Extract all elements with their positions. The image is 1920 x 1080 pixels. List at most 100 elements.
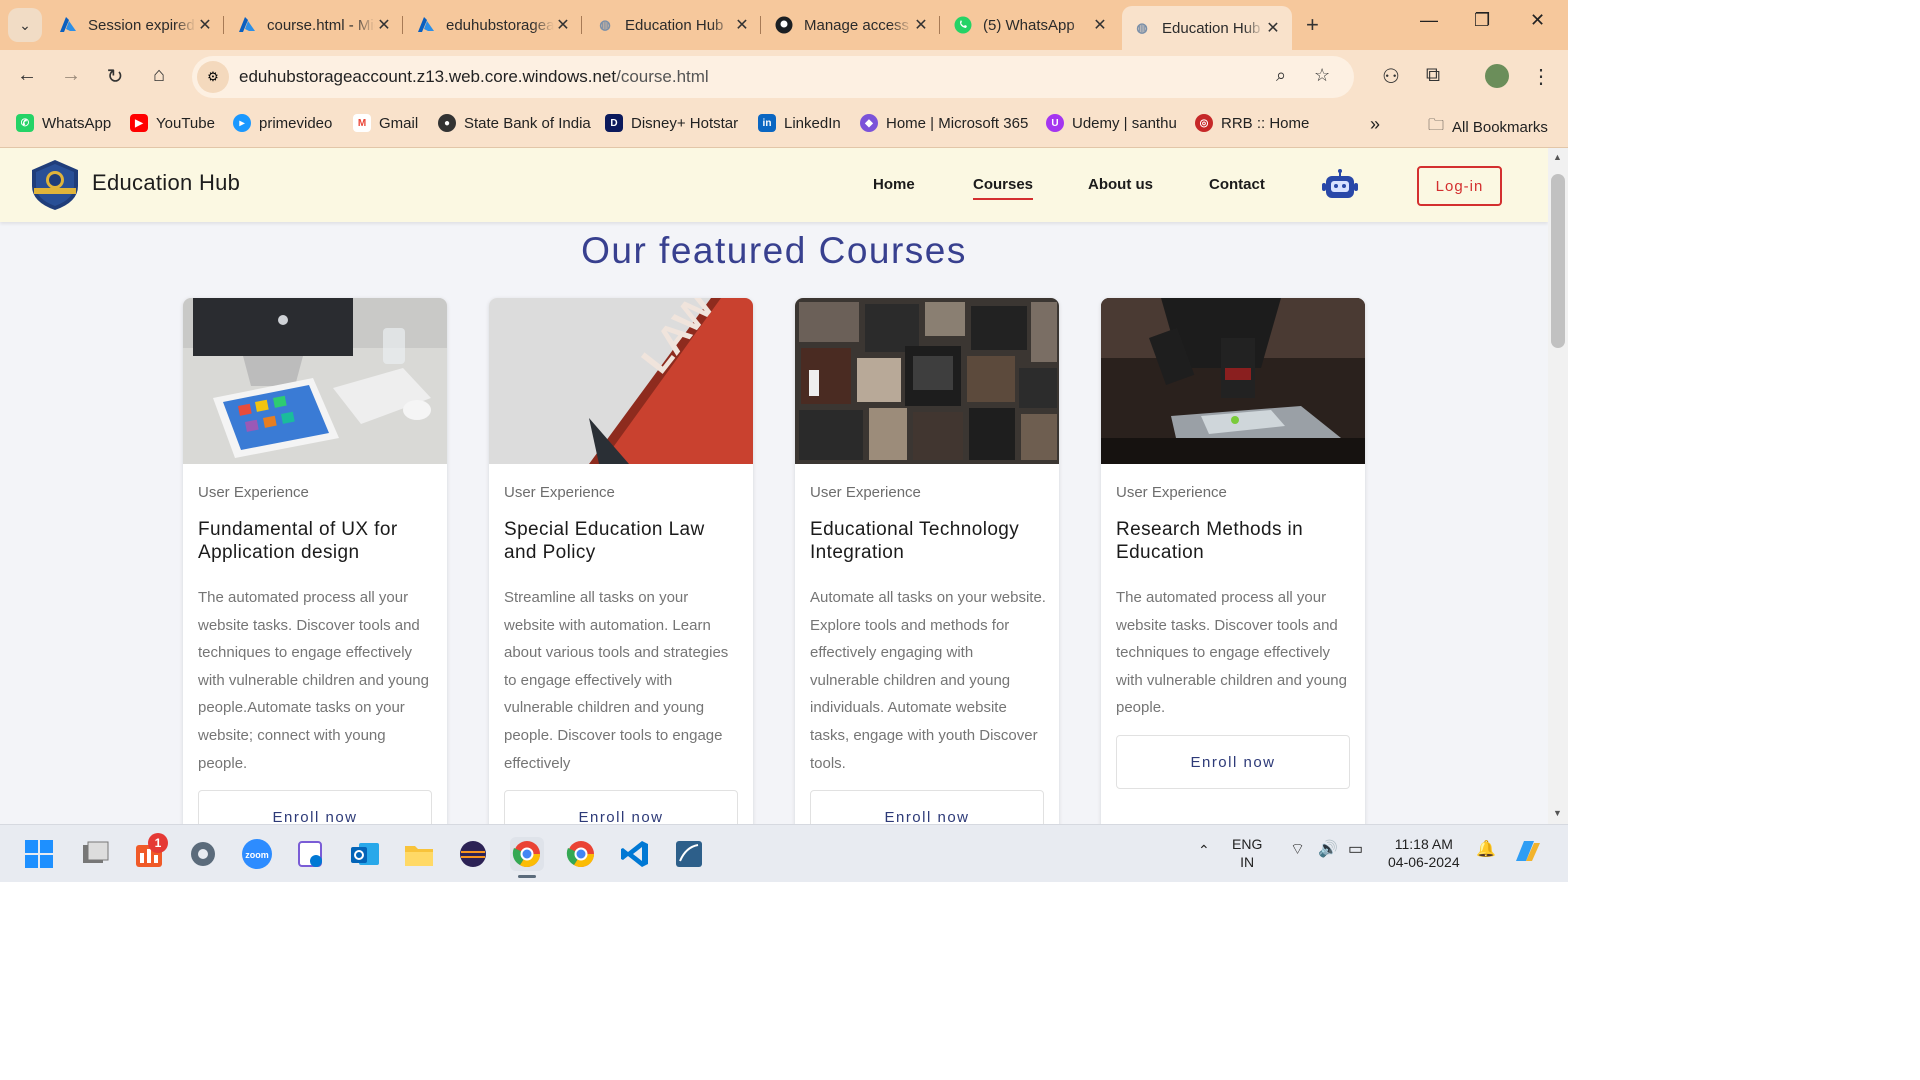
windows-start-icon[interactable] <box>22 837 56 871</box>
course-card: User Experience Fundamental of UX for Ap… <box>183 298 447 824</box>
avatar[interactable] <box>1484 64 1510 94</box>
globe-icon: ◍ <box>599 17 611 32</box>
bookmark-item[interactable]: ● State Bank of India <box>438 114 591 132</box>
enroll-now-button[interactable]: Enroll now <box>504 790 738 824</box>
bookmark-label: Gmail <box>379 114 419 132</box>
wifi-icon[interactable]: ⌔ <box>1290 841 1305 859</box>
home-icon: ⌂ <box>152 64 166 86</box>
eclipse-icon[interactable] <box>456 837 490 871</box>
nav-contact[interactable]: Contact <box>1209 176 1265 193</box>
gmail-icon: M <box>353 114 371 132</box>
window-close-button[interactable]: ✕ <box>1530 10 1545 31</box>
bookmark-item[interactable]: M Gmail <box>353 114 418 132</box>
arrow-left-icon: ← <box>17 64 37 86</box>
nav-about-us[interactable]: About us <box>1088 176 1153 193</box>
restore-icon: ❐ <box>1474 10 1491 30</box>
volume-icon[interactable]: 🔊 <box>1318 841 1338 859</box>
scroll-down-icon[interactable]: ▼ <box>1553 808 1562 818</box>
browser-tab[interactable]: course.html - Microsoft Azure ✕ <box>227 6 403 44</box>
chrome-profile-icon[interactable] <box>510 837 544 878</box>
bookmark-label: RRB :: Home <box>1221 114 1310 132</box>
home-button[interactable]: ⌂ <box>146 64 172 87</box>
mysql-workbench-icon[interactable] <box>672 837 706 871</box>
new-tab-button[interactable]: + <box>1306 12 1319 38</box>
plus-icon: + <box>1306 12 1319 37</box>
close-icon[interactable]: ✕ <box>912 15 930 35</box>
bookmark-item[interactable]: ✆ WhatsApp <box>16 114 111 132</box>
outlook-icon[interactable] <box>348 837 382 871</box>
extension-badge-icon[interactable]: ⚇ <box>1378 64 1404 89</box>
minimize-button[interactable]: — <box>1420 10 1438 31</box>
bookmark-item[interactable]: ◎ RRB :: Home <box>1195 114 1309 132</box>
language-indicator[interactable]: ENG IN <box>1232 835 1262 871</box>
svg-text:zoom: zoom <box>245 850 269 860</box>
star-icon[interactable]: ☆ <box>1314 65 1330 86</box>
restore-button[interactable]: ❐ <box>1474 10 1490 31</box>
vscode-icon[interactable] <box>618 837 652 871</box>
address-bar[interactable]: ⚙ eduhubstorageaccount.z13.web.core.wind… <box>192 56 1354 98</box>
close-icon[interactable]: ✕ <box>375 15 393 35</box>
language-code: ENG <box>1232 836 1263 852</box>
close-icon[interactable]: ✕ <box>554 15 572 35</box>
close-icon[interactable]: ✕ <box>1091 15 1109 35</box>
scrollbar-thumb[interactable] <box>1551 174 1565 348</box>
file-explorer-icon[interactable] <box>402 837 436 871</box>
browser-tab-active[interactable]: ◍ Education Hub ✕ <box>1122 6 1292 50</box>
chevron-down-icon: ⌄ <box>19 16 31 33</box>
battery-icon[interactable]: ▭ <box>1348 841 1363 859</box>
login-button[interactable]: Log-in <box>1417 166 1502 206</box>
back-button[interactable]: ← <box>14 64 40 87</box>
browser-tab[interactable]: (5) WhatsApp ✕ <box>943 6 1119 44</box>
close-icon[interactable]: ✕ <box>1264 18 1282 38</box>
browser-tab[interactable]: Session expired ✕ <box>48 6 224 44</box>
chrome-icon[interactable] <box>564 837 598 871</box>
more-menu-icon[interactable]: ⋮ <box>1528 64 1554 89</box>
notification-bell-icon[interactable]: 🔔 <box>1476 841 1496 859</box>
bookmark-item[interactable]: ▶ YouTube <box>130 114 215 132</box>
browser-tab[interactable]: eduhubstorageaccount ✕ <box>406 6 582 44</box>
close-icon[interactable]: ✕ <box>733 15 751 35</box>
show-hidden-icons[interactable]: ⌃ <box>1198 841 1210 859</box>
browser-tab[interactable]: ◍ Education Hub ✕ <box>585 6 761 44</box>
nav-courses[interactable]: Courses <box>973 176 1034 200</box>
bookmark-item[interactable]: U Udemy | santhu <box>1046 114 1177 132</box>
all-bookmarks-button[interactable]: 🗀 All Bookmarks <box>1428 114 1548 141</box>
bookmark-item[interactable]: in LinkedIn <box>758 114 841 132</box>
more-bookmarks-button[interactable]: » <box>1370 114 1380 135</box>
youtube-icon: ▶ <box>130 114 148 132</box>
url-text[interactable]: eduhubstorageaccount.z13.web.core.window… <box>239 67 709 87</box>
page-scrollbar[interactable]: ▲ ▼ <box>1548 148 1568 824</box>
zoom-app-icon[interactable]: zoom <box>240 837 274 871</box>
copilot-icon[interactable] <box>1512 837 1542 871</box>
nav-home[interactable]: Home <box>873 176 915 193</box>
bookmark-label: Udemy | santhu <box>1072 114 1177 132</box>
page-heading: Our featured Courses <box>581 230 967 271</box>
puzzle-icon[interactable]: ⧉ <box>1420 64 1446 87</box>
bookmark-item[interactable]: D Disney+ Hotstar <box>605 114 738 132</box>
app-icon-with-badge[interactable]: 1 <box>132 833 168 871</box>
chatbot-icon[interactable] <box>1322 168 1358 202</box>
clock[interactable]: 11:18 AM 04-06-2024 <box>1388 835 1460 871</box>
scroll-up-icon[interactable]: ▲ <box>1553 152 1562 162</box>
settings-gear-icon[interactable] <box>186 837 220 871</box>
brand-name[interactable]: Education Hub <box>92 170 240 196</box>
course-category: User Experience <box>810 484 921 501</box>
tab-search-button[interactable]: ⌄ <box>8 8 42 42</box>
zoom-icon[interactable]: ⌕ <box>1276 65 1286 86</box>
enroll-now-button[interactable]: Enroll now <box>810 790 1044 824</box>
snipping-tool-icon[interactable] <box>294 837 328 871</box>
education-hub-logo[interactable] <box>28 158 82 212</box>
bookmark-item[interactable]: ◆ Home | Microsoft 365 <box>860 114 1028 132</box>
close-icon[interactable]: ✕ <box>196 15 214 35</box>
enroll-now-button[interactable]: Enroll now <box>198 790 432 824</box>
browser-tab[interactable]: Manage access ✕ <box>764 6 940 44</box>
bookmark-label: Home | Microsoft 365 <box>886 114 1029 132</box>
bookmark-item[interactable]: ▸ primevideo <box>233 114 332 132</box>
reload-button[interactable]: ↻ <box>102 64 128 89</box>
forward-button[interactable]: → <box>58 64 84 87</box>
tab-title: Session expired <box>88 16 195 34</box>
site-info-button[interactable]: ⚙ <box>197 61 229 93</box>
course-description: Streamline all tasks on your website wit… <box>504 589 729 772</box>
task-view-icon[interactable] <box>78 837 112 871</box>
enroll-now-button[interactable]: Enroll now <box>1116 735 1350 789</box>
